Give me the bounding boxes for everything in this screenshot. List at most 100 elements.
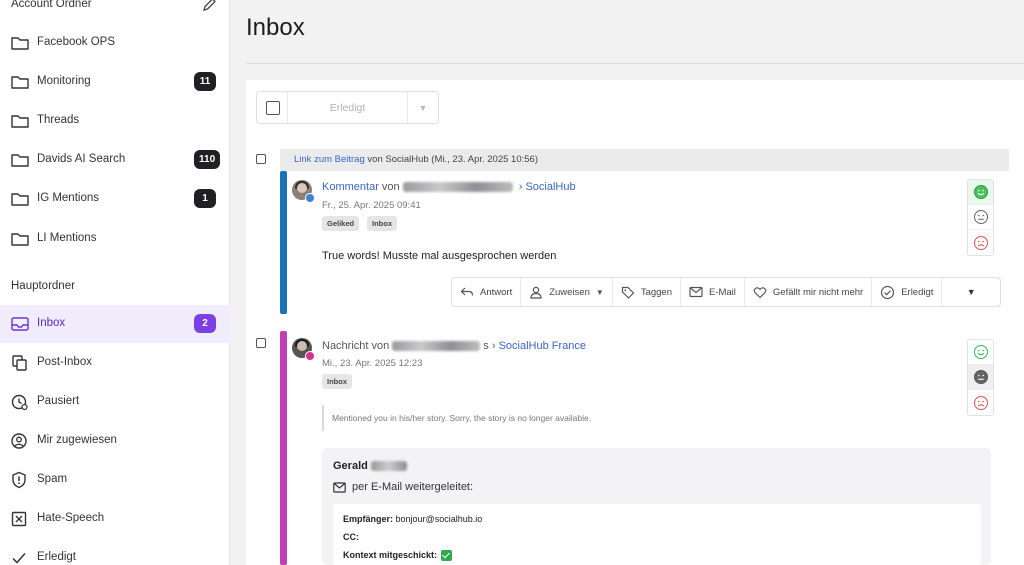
email-button[interactable]: E-Mail (681, 278, 745, 306)
bulk-done-button[interactable]: Erledigt (288, 92, 408, 123)
message-checkbox[interactable] (256, 338, 266, 348)
post-meta: von SocialHub (Mi., 23. Apr. 2025 10:56) (367, 154, 538, 165)
message-target[interactable]: SocialHub France (499, 340, 586, 352)
smile-icon (973, 185, 988, 199)
sidebar-item-label: Threads (37, 114, 80, 126)
more-actions-button[interactable]: ▼ (942, 278, 1000, 306)
pencil-icon[interactable] (200, 0, 218, 14)
done-button[interactable]: Erledigt (872, 278, 943, 306)
message-header: Nachricht von s › SocialHub France (322, 340, 586, 352)
tag-badge: Geliked (322, 216, 360, 231)
sentiment-selector (967, 179, 994, 256)
sidebar-item-label: Monitoring (37, 75, 91, 87)
sidebar-item-label: Davids AI Search (37, 153, 126, 165)
post-checkbox[interactable] (256, 154, 266, 164)
facebook-icon (305, 193, 315, 203)
check-icon (12, 553, 26, 564)
folder-icon (11, 76, 29, 89)
action-label: Gefällt mir nicht mehr (772, 286, 864, 298)
sidebar-item-monitoring[interactable]: Monitoring 11 (0, 63, 230, 101)
cc-row: CC: (343, 532, 359, 542)
action-label: Antwort (480, 286, 513, 298)
action-label: E-Mail (708, 286, 736, 298)
message-date: Fr., 25. Apr. 2025 09:41 (322, 200, 421, 211)
sidebar-item-mir-zugewiesen[interactable]: Mir zugewiesen (0, 422, 230, 460)
select-all-checkbox[interactable] (257, 92, 288, 123)
chevron-down-icon: ▼ (595, 287, 604, 297)
inbox-icon (11, 317, 29, 331)
context-label: Kontext mitgeschickt: (343, 550, 438, 560)
reply-button[interactable]: Antwort (452, 278, 522, 306)
shield-alert-icon (12, 471, 26, 489)
sidebar-item-label: Spam (37, 473, 68, 485)
sidebar-item-hate-speech[interactable]: Hate-Speech (0, 500, 230, 538)
sidebar-item-label: Inbox (37, 317, 66, 329)
redacted-name (402, 182, 513, 193)
tag-badge: Inbox (367, 216, 397, 231)
sidebar-item-facebook-ops[interactable]: Facebook OPS (0, 24, 230, 62)
mail-icon (689, 286, 703, 298)
neutral-sentiment-button[interactable] (968, 205, 993, 230)
recipient-value: bonjour@socialhub.io (395, 514, 483, 524)
negative-sentiment-button[interactable] (968, 230, 993, 255)
user-circle-icon (11, 433, 27, 449)
positive-sentiment-button[interactable] (968, 340, 993, 365)
sidebar-item-ig-mentions[interactable]: IG Mentions 1 (0, 180, 230, 218)
message-header: Kommentar von › SocialHub (322, 181, 576, 193)
message-from-word: von (381, 181, 400, 193)
message-target[interactable]: SocialHub (525, 181, 575, 193)
sidebar: Account Ordner Facebook OPS Monitoring 1… (0, 0, 230, 565)
neutral-face-icon (973, 370, 988, 384)
divider (246, 63, 1024, 64)
smile-icon (973, 345, 988, 359)
name-suffix: s (483, 340, 489, 352)
sentiment-selector (967, 339, 994, 416)
sidebar-item-davids-ai-search[interactable]: Davids AI Search 110 (0, 141, 230, 179)
message-date: Mi., 23. Apr. 2025 12:23 (322, 358, 423, 369)
user-icon (530, 286, 542, 299)
tag-button[interactable]: Taggen (613, 278, 681, 306)
folder-icon (11, 233, 29, 246)
sidebar-item-inbox[interactable]: Inbox 2 (0, 305, 230, 343)
unlike-button[interactable]: Gefällt mir nicht mehr (745, 278, 873, 306)
sidebar-item-spam[interactable]: Spam (0, 461, 230, 499)
count-badge: 1 (194, 189, 216, 208)
page-title: Inbox (246, 14, 305, 41)
sidebar-item-label: LI Mentions (37, 232, 97, 244)
chevron-right-icon: › (491, 340, 496, 352)
message-action-bar: Antwort Zuweisen ▼ Taggen E-Mail Gefällt… (451, 277, 1001, 307)
context-row: Kontext mitgeschickt: (343, 550, 453, 562)
forward-info: per E-Mail weitergeleitet: (333, 481, 473, 493)
folder-icon (11, 37, 29, 50)
action-label: Erledigt (901, 286, 934, 298)
action-label: Zuweisen (549, 286, 590, 298)
bulk-toolbar: Erledigt ▼ (256, 91, 439, 124)
sidebar-item-threads[interactable]: Threads (0, 102, 230, 140)
neutral-sentiment-button[interactable] (968, 365, 993, 390)
sidebar-item-erledigt[interactable]: Erledigt (0, 539, 230, 565)
x-square-icon (11, 511, 27, 527)
assign-button[interactable]: Zuweisen ▼ (521, 278, 613, 306)
redacted-name (392, 341, 481, 352)
recipient-row: Empfänger: bonjour@socialhub.io (343, 514, 482, 524)
count-badge: 110 (194, 150, 221, 169)
post-reference-bar: Link zum Beitrag von SocialHub (Mi., 23.… (280, 149, 1009, 171)
tag-icon (621, 286, 634, 299)
message-kind[interactable]: Kommentar (322, 181, 379, 193)
sidebar-item-post-inbox[interactable]: Post-Inbox (0, 344, 230, 382)
post-link[interactable]: Link zum Beitrag (294, 154, 365, 165)
copy-icon (12, 355, 27, 371)
chevron-down-icon[interactable]: ▼ (408, 92, 438, 123)
forwarder-name: Gerald (333, 460, 407, 472)
negative-sentiment-button[interactable] (968, 390, 993, 415)
neutral-face-icon (973, 210, 988, 224)
checkbox-checked-icon (441, 550, 453, 562)
count-badge: 11 (194, 72, 216, 91)
sidebar-item-pausiert[interactable]: Pausiert (0, 383, 230, 421)
folder-icon (11, 193, 29, 206)
sidebar-item-label: Pausiert (37, 395, 80, 407)
sidebar-item-li-mentions[interactable]: LI Mentions (0, 220, 230, 258)
message-from-word: von (371, 340, 390, 352)
message-accent-bar (280, 331, 287, 565)
positive-sentiment-button[interactable] (968, 180, 993, 205)
